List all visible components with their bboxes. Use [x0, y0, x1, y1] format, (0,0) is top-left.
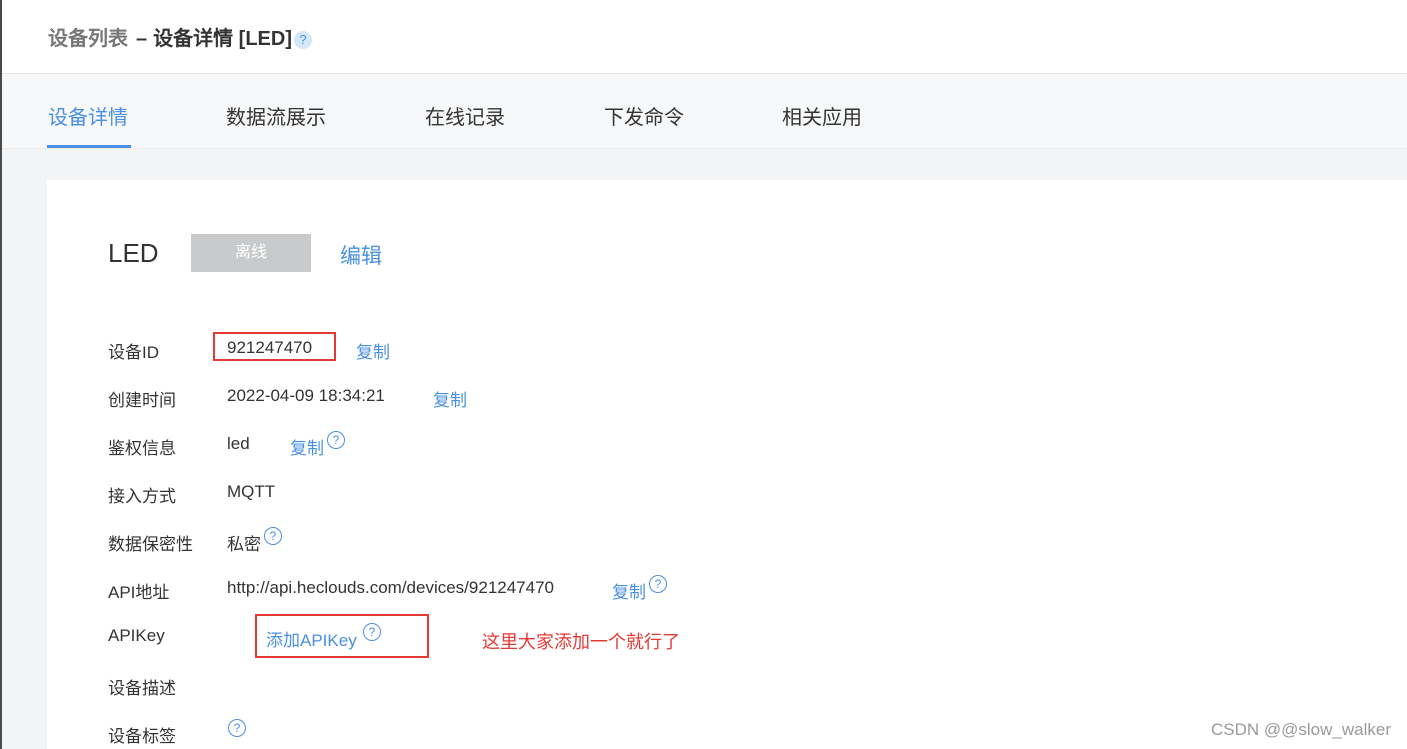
data-privacy-value: 私密 [227, 535, 261, 554]
device-id-value: 921247470 [227, 338, 313, 357]
page-header: 设备列表 – 设备详情 [LED]? [2, 0, 1407, 74]
api-address-help-icon[interactable]: ? [649, 575, 667, 593]
auth-info-help-icon[interactable]: ? [327, 431, 345, 449]
tab-online-records[interactable]: 在线记录 [425, 101, 505, 130]
tab-bar: 设备详情 数据流展示 在线记录 下发命令 相关应用 [2, 74, 1407, 149]
apikey-help-icon[interactable]: ? [363, 623, 381, 641]
device-id-label: 设备ID [108, 343, 159, 362]
access-method-label: 接入方式 [108, 487, 176, 506]
edit-button[interactable]: 编辑 [340, 240, 382, 270]
breadcrumb-current: 设备详情 [LED] [153, 28, 293, 50]
tab-device-details[interactable]: 设备详情 [48, 101, 128, 130]
tab-send-command[interactable]: 下发命令 [604, 101, 684, 130]
copy-api-address-button[interactable]: 复制 [612, 578, 646, 603]
tags-label: 设备标签 [108, 727, 176, 746]
auth-info-label: 鉴权信息 [108, 439, 176, 458]
tags-help-icon[interactable]: ? [228, 719, 246, 737]
auth-info-value: led [227, 434, 250, 453]
tab-related-apps[interactable]: 相关应用 [782, 101, 862, 130]
tab-data-streams[interactable]: 数据流展示 [226, 101, 326, 130]
api-address-label: API地址 [108, 583, 170, 602]
created-time-value: 2022-04-09 18:34:21 [227, 386, 385, 405]
breadcrumb-device-list[interactable]: 设备列表 [48, 28, 128, 50]
data-privacy-help-icon[interactable]: ? [264, 527, 282, 545]
copy-created-time-button[interactable]: 复制 [433, 386, 467, 411]
copy-auth-info-button[interactable]: 复制 [290, 434, 324, 459]
apikey-label: APIKey [108, 626, 165, 645]
access-method-value: MQTT [227, 482, 276, 501]
copy-device-id-button[interactable]: 复制 [356, 338, 390, 363]
watermark: CSDN @@slow_walker [1211, 720, 1391, 739]
active-tab-indicator [47, 145, 131, 148]
description-label: 设备描述 [108, 679, 176, 698]
api-address-value: http://api.heclouds.com/devices/92124747… [227, 578, 555, 597]
breadcrumb-separator: – [136, 28, 148, 50]
data-privacy-label: 数据保密性 [108, 535, 193, 554]
annotation-note: 这里大家添加一个就行了 [482, 632, 680, 652]
status-badge: 离线 [191, 234, 311, 272]
device-name: LED [108, 238, 159, 268]
breadcrumb: 设备列表 – 设备详情 [LED]? [48, 22, 313, 51]
add-apikey-button[interactable]: 添加APIKey [266, 626, 357, 651]
created-time-label: 创建时间 [108, 391, 176, 410]
help-icon[interactable]: ? [294, 30, 313, 49]
